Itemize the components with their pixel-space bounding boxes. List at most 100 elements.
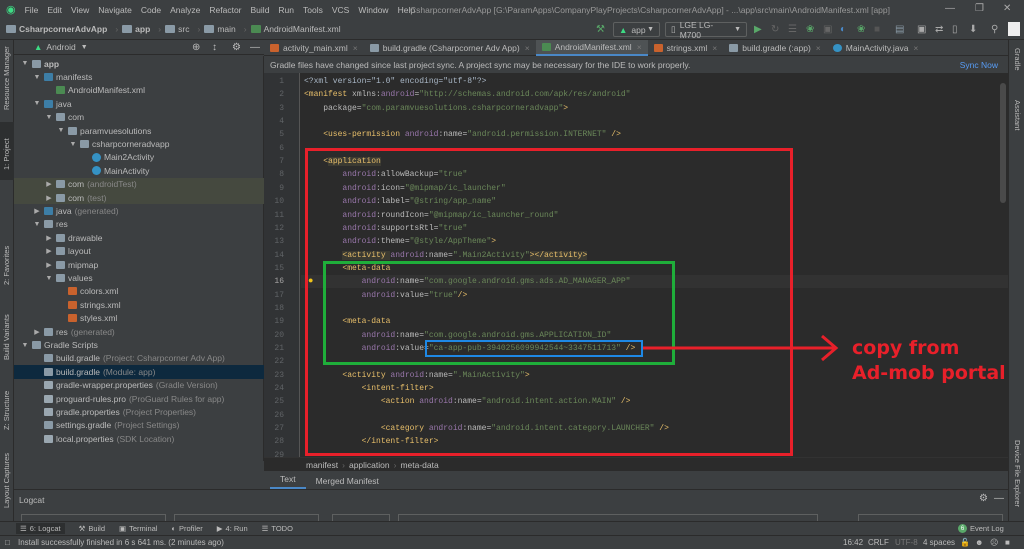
breadcrumb-src[interactable]: src [165,24,189,34]
search-icon[interactable]: ⚲ [991,24,998,35]
gradle-tool-tab[interactable]: Gradle [1013,48,1022,71]
make-project-hammer-icon[interactable]: ⚒ [596,24,605,35]
terminal-tool-button[interactable]: ▣ Terminal [119,524,157,533]
tree-item[interactable]: ▼ res [14,218,264,231]
debug-icon[interactable]: ❀ [806,24,814,35]
menu-analyze[interactable]: Analyze [170,5,200,15]
run-with-coverage-icon[interactable]: ❀ [857,24,865,35]
run-tool-button[interactable]: ▶ 4: Run [217,524,248,533]
tree-item[interactable]: colors.xml [14,285,264,298]
todo-tool-button[interactable]: ☰ TODO [262,524,293,533]
collapsed-arrow-icon[interactable]: ▶ [44,247,54,255]
project-view-select[interactable]: Android [46,42,75,52]
run-config-select[interactable]: ▲ app ▼ [613,22,660,37]
close-tab-icon[interactable]: × [353,43,358,53]
gear-icon[interactable]: ⚙ [979,493,988,504]
indent-setting[interactable]: 4 spaces [923,538,955,547]
device-manager-icon[interactable]: ▯ [952,24,958,35]
close-tab-icon[interactable]: × [525,43,530,53]
expanded-arrow-icon[interactable]: ▼ [20,342,30,349]
logcat-tool-button[interactable]: ☰ 6: Logcat [16,523,65,534]
resource-manager-tab[interactable]: Resource Manager [2,46,11,110]
layout-captures-tool-tab[interactable]: Layout Captures [2,453,11,508]
vertical-scrollbar[interactable] [1000,83,1006,203]
editor-tab[interactable]: build.gradle (Csharpcorner Adv App) × [364,40,536,56]
editor-tab[interactable]: strings.xml × [648,40,724,56]
tree-item[interactable]: gradle-wrapper.properties (Gradle Version… [14,379,264,392]
tree-item[interactable]: build.gradle (Project: Csharpcorner Adv A… [14,352,264,365]
minimize-button[interactable]: — [945,3,955,14]
hide-panel-icon[interactable]: — [250,42,260,53]
editor-tab[interactable]: build.gradle (:app) × [723,40,826,56]
tree-item[interactable]: styles.xml [14,312,264,325]
avd-manager-icon[interactable]: ▣ [917,24,926,35]
expanded-arrow-icon[interactable]: ▼ [32,221,42,228]
editor-tab[interactable]: AndroidManifest.xml × [535,40,648,56]
expanded-arrow-icon[interactable]: ▼ [20,60,30,67]
collapsed-arrow-icon[interactable]: ▶ [44,180,54,188]
menu-edit[interactable]: Edit [47,5,62,15]
tree-item[interactable]: MainActivity [14,164,264,177]
user-avatar-icon[interactable] [1008,22,1020,36]
assistant-tool-tab[interactable]: Assistant [1013,100,1022,130]
close-tab-icon[interactable]: × [816,43,821,53]
close-tab-icon[interactable]: × [712,43,717,53]
menu-tools[interactable]: Tools [303,5,323,15]
build-tool-button[interactable]: ⚒ Build [79,524,105,533]
apply-code-changes-icon[interactable]: ☰ [788,24,797,35]
tree-item[interactable]: Main2Activity [14,151,264,164]
expanded-arrow-icon[interactable]: ▼ [44,275,54,282]
stop-icon[interactable]: ■ [874,24,880,35]
tree-item[interactable]: build.gradle (Module: app) [14,365,264,379]
menu-run[interactable]: Run [278,5,294,15]
line-separator[interactable]: CRLF [868,538,889,547]
collapsed-arrow-icon[interactable]: ▶ [32,328,42,336]
breadcrumb-project[interactable]: CsharpcornerAdvApp [6,24,107,34]
tree-item[interactable]: ▶ com (test) [14,191,264,205]
apply-changes-icon[interactable]: ↻ [771,24,779,35]
collapse-all-icon[interactable]: ↕ [212,42,217,53]
toggle-tool-windows-icon[interactable]: □ [5,538,10,547]
expanded-arrow-icon[interactable]: ▼ [68,141,78,148]
sync-gradle-icon[interactable]: ⇄ [935,24,943,35]
collapsed-arrow-icon[interactable]: ▶ [44,234,54,242]
collapsed-arrow-icon[interactable]: ▶ [44,261,54,269]
lock-icon[interactable]: 🔓 [960,538,970,547]
crumb-application[interactable]: application [349,460,390,470]
tree-item[interactable]: ▼ com [14,111,264,124]
event-log-button[interactable]: 6 Event Log [958,524,1004,533]
profile-icon[interactable]: ◐ [840,24,846,35]
crumb-manifest[interactable]: manifest [306,460,338,470]
feedback-icon[interactable]: ☹ [990,538,998,547]
tree-item[interactable]: ▶ layout [14,245,264,258]
hide-panel-icon[interactable]: — [994,493,1004,504]
code-line[interactable]: <?xml version="1.0" encoding="utf-8"?> [304,75,486,88]
device-select[interactable]: ▯ LGE LG-M700 ▼ [665,20,747,40]
restore-button[interactable]: ❐ [975,3,984,14]
tree-item[interactable]: ▶ com (androidTest) [14,177,264,191]
project-tool-tab[interactable]: 1: Project [2,138,11,170]
sdk-manager-icon[interactable]: ⬇ [969,24,977,35]
tree-item[interactable]: ▼ app [14,57,264,70]
tree-item[interactable]: settings.gradle (Project Settings) [14,419,264,432]
editor-tab[interactable]: activity_main.xml × [264,40,364,56]
breadcrumb-main[interactable]: main [204,24,236,34]
menu-view[interactable]: View [71,5,89,15]
expanded-arrow-icon[interactable]: ▼ [32,74,42,81]
file-encoding[interactable]: UTF-8 [895,538,918,547]
chevron-down-icon[interactable]: ▼ [81,44,88,51]
expanded-arrow-icon[interactable]: ▼ [44,114,54,121]
expanded-arrow-icon[interactable]: ▼ [32,100,42,107]
menu-code[interactable]: Code [141,5,161,15]
sync-now-link[interactable]: Sync Now [960,60,998,70]
tab-merged-manifest[interactable]: Merged Manifest [306,476,389,489]
crumb-meta-data[interactable]: meta-data [400,460,438,470]
close-tab-icon[interactable]: × [913,43,918,53]
tree-item[interactable]: ▶ res (generated) [14,325,264,338]
tab-text[interactable]: Text [270,474,306,489]
device-file-explorer-tool-tab[interactable]: Device File Explorer [1013,440,1022,507]
project-structure-icon[interactable]: ▤ [895,24,904,35]
tree-item[interactable]: ▼ java [14,97,264,110]
menu-refactor[interactable]: Refactor [209,5,241,15]
collapsed-arrow-icon[interactable]: ▶ [32,207,42,215]
